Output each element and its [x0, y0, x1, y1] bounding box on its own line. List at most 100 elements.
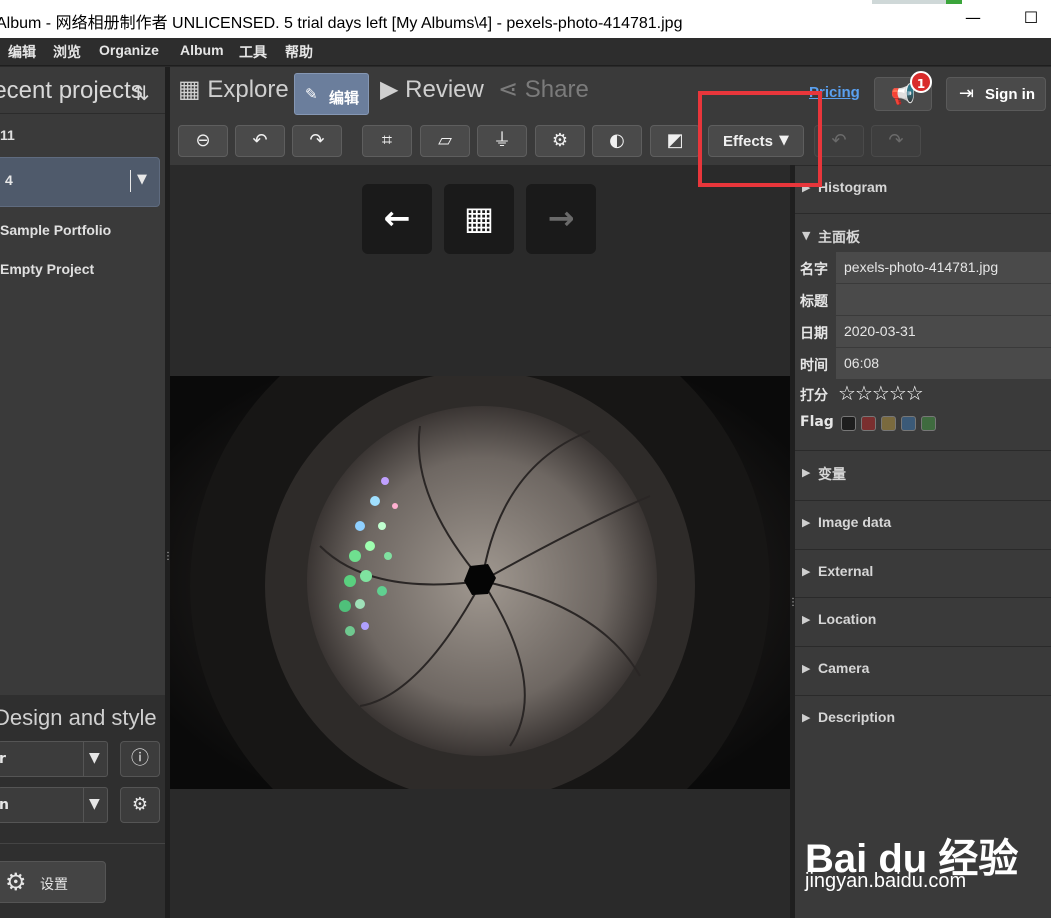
- style-select[interactable]: n ▼: [0, 787, 108, 823]
- adjust-settings-button[interactable]: ⚙: [535, 125, 585, 157]
- previous-button[interactable]: ←: [362, 184, 432, 254]
- section-label: 变量: [818, 466, 846, 482]
- chevron-down-icon: ▼: [89, 796, 100, 812]
- tab-explore[interactable]: ▦ Explore: [178, 75, 289, 104]
- property-value[interactable]: pexels-photo-414781.jpg: [836, 252, 1051, 283]
- histogram-section[interactable]: ▶ Histogram: [795, 165, 1051, 213]
- location-section[interactable]: ▶ Location: [795, 597, 1051, 645]
- menu-help[interactable]: 帮助: [285, 42, 313, 62]
- maximize-button[interactable]: ☐: [1008, 0, 1051, 38]
- property-value[interactable]: 06:08: [836, 348, 1051, 379]
- flag-black[interactable]: [841, 416, 856, 431]
- star-icon[interactable]: ☆: [889, 381, 907, 405]
- triangle-right-icon: ▶: [802, 565, 811, 578]
- star-icon[interactable]: ☆: [838, 381, 856, 405]
- flag-red[interactable]: [861, 416, 876, 431]
- style-settings-button[interactable]: ⚙: [120, 787, 160, 823]
- grid-view-button[interactable]: ▦: [444, 184, 514, 254]
- flag-yellow[interactable]: [881, 416, 896, 431]
- flag-green[interactable]: [921, 416, 936, 431]
- image-data-section[interactable]: ▶ Image data: [795, 500, 1051, 548]
- photo-preview[interactable]: [170, 376, 790, 789]
- select-separator: [83, 742, 84, 776]
- settings-label: 设置: [40, 877, 68, 893]
- straighten-button[interactable]: ⏚: [477, 125, 527, 157]
- property-key: 标题: [800, 294, 828, 310]
- tab-edit[interactable]: ✎ 编辑: [294, 73, 369, 115]
- external-section[interactable]: ▶ External: [795, 549, 1051, 597]
- triangle-right-icon: ▶: [802, 711, 811, 724]
- edit-toolbar: ⊖ ↶ ↷ ⌗ ▱ ⏚ ⚙ ◐ ◩ Effects ▼ ↶ ↷: [170, 119, 1051, 165]
- app-window: Album - 网络相册制作者 UNLICENSED. 5 trial days…: [0, 0, 1051, 918]
- project-year: 11: [0, 127, 15, 143]
- design-style-section: Design and style r ▼ ⓘ n ▼ ⚙ ⚙ 设置: [0, 695, 165, 918]
- dropdown-separator: [130, 170, 131, 192]
- remove-button[interactable]: ⊖: [178, 125, 228, 157]
- triangle-right-icon: ▶: [802, 613, 811, 626]
- titlebar-decoration: [872, 0, 946, 4]
- redo-icon: ↷: [888, 130, 904, 151]
- rating-stars[interactable]: ☆☆☆☆☆: [838, 381, 924, 405]
- menu-edit[interactable]: 编辑: [8, 42, 36, 62]
- settings-button[interactable]: ⚙ 设置: [0, 861, 106, 903]
- design-style-header: Design and style: [0, 705, 157, 730]
- effects-highlight-box: [698, 91, 822, 187]
- perspective-icon: ▱: [438, 130, 452, 151]
- undo-icon: ↶: [831, 130, 847, 151]
- rotate-left-button[interactable]: ↶: [235, 125, 285, 157]
- exposure-button[interactable]: ◩: [650, 125, 700, 157]
- perspective-button[interactable]: ▱: [420, 125, 470, 157]
- property-key: 时间: [800, 358, 828, 374]
- gear-icon: ⚙: [5, 868, 27, 896]
- info-button[interactable]: ⓘ: [120, 741, 160, 777]
- chevron-down-icon[interactable]: ▼: [137, 172, 147, 187]
- selected-project-label: 4: [5, 172, 13, 188]
- camera-section[interactable]: ▶ Camera: [795, 646, 1051, 694]
- select-separator: [83, 788, 84, 822]
- next-button[interactable]: →: [526, 184, 596, 254]
- triangle-right-icon: ▶: [802, 466, 811, 479]
- sort-icon[interactable]: ⇅: [133, 81, 150, 105]
- tab-review[interactable]: ▶ Review: [380, 75, 484, 104]
- star-icon[interactable]: ☆: [872, 381, 890, 405]
- redo-button[interactable]: ↷: [871, 125, 921, 157]
- rotate-right-button[interactable]: ↷: [292, 125, 342, 157]
- menu-tools[interactable]: 工具: [239, 42, 267, 62]
- contrast-button[interactable]: ◐: [592, 125, 642, 157]
- notification-badge: 1: [910, 71, 932, 93]
- section-label: Image data: [818, 514, 892, 530]
- star-icon[interactable]: ☆: [855, 381, 873, 405]
- triangle-right-icon: ▶: [802, 516, 811, 529]
- minimize-button[interactable]: —: [950, 0, 996, 38]
- crop-button[interactable]: ⌗: [362, 125, 412, 157]
- rotate-left-icon: ↶: [252, 130, 268, 151]
- play-icon: ▶: [380, 76, 399, 103]
- property-key: 日期: [800, 326, 828, 342]
- variables-section[interactable]: ▶ 变量: [795, 450, 1051, 498]
- main-panel-section[interactable]: ▼ 主面板: [795, 213, 1051, 247]
- description-section[interactable]: ▶ Description: [795, 695, 1051, 743]
- contrast-icon: ◐: [609, 130, 625, 151]
- exposure-icon: ◩: [666, 130, 684, 151]
- project-empty-project[interactable]: Empty Project: [0, 261, 94, 277]
- main-panel-label: 主面板: [818, 229, 860, 245]
- property-value[interactable]: [836, 284, 1051, 315]
- menu-organize[interactable]: Organize: [99, 42, 159, 58]
- star-icon[interactable]: ☆: [906, 381, 924, 405]
- sign-in-icon: ⇥: [959, 83, 975, 104]
- sign-in-button[interactable]: ⇥ Sign in: [946, 77, 1046, 111]
- chevron-down-icon: ▼: [89, 750, 100, 766]
- selected-project[interactable]: 4 ▼: [0, 157, 160, 207]
- tab-share[interactable]: ⋖ Share: [498, 75, 589, 104]
- rotate-right-icon: ↷: [309, 130, 325, 151]
- camera-lens-image: [170, 376, 790, 789]
- property-value[interactable]: 2020-03-31: [836, 316, 1051, 347]
- section-label: Camera: [818, 660, 870, 676]
- menu-browse[interactable]: 浏览: [53, 42, 81, 62]
- flag-blue[interactable]: [901, 416, 916, 431]
- theme-select[interactable]: r ▼: [0, 741, 108, 777]
- menu-album[interactable]: Album: [180, 42, 224, 58]
- theme-select-value: r: [0, 751, 6, 767]
- section-label: Location: [818, 611, 877, 627]
- project-sample-portfolio[interactable]: Sample Portfolio: [0, 222, 111, 238]
